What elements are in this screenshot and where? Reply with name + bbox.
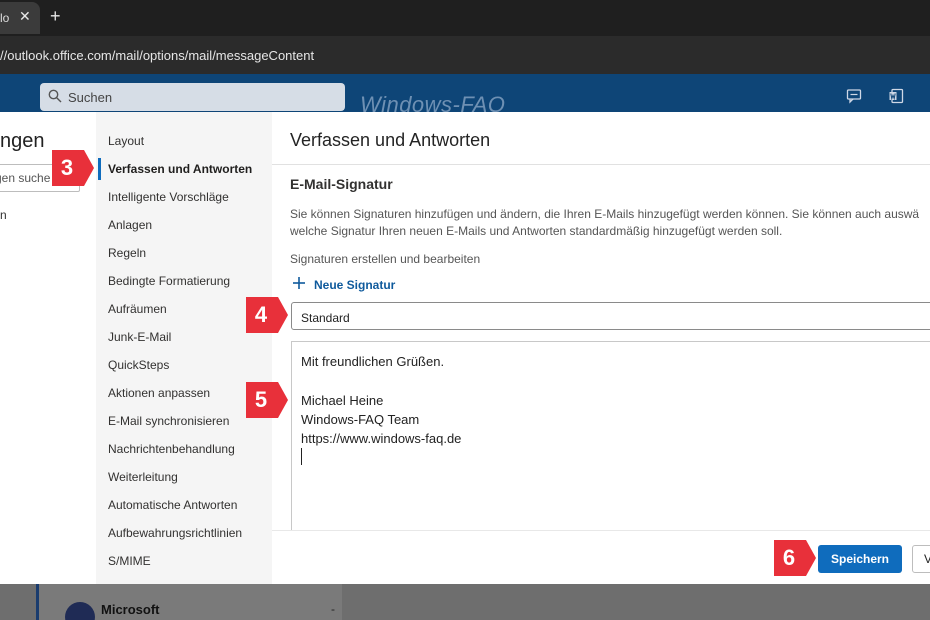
step-marker-3: 3: [50, 148, 96, 188]
nav-item-smime[interactable]: S/MIME: [108, 554, 151, 568]
nav-item-aufraeumen[interactable]: Aufräumen: [108, 302, 167, 316]
discard-button[interactable]: V: [912, 545, 930, 573]
address-bar[interactable]: //outlook.office.com/mail/options/mail/m…: [0, 36, 930, 74]
step-marker-6: 6: [772, 538, 818, 578]
outlook-header: Suchen Windows-FAQ: [0, 74, 930, 117]
nav-item-vorschlaege[interactable]: Intelligente Vorschläge: [108, 190, 229, 204]
browser-tab[interactable]: lo ✕: [0, 2, 40, 34]
nav-item-layout[interactable]: Layout: [108, 134, 144, 148]
url-text[interactable]: //outlook.office.com/mail/options/mail/m…: [0, 48, 314, 63]
signature-editor[interactable]: Mit freundlichen Grüßen. Michael Heine W…: [291, 341, 930, 541]
nav-item-quicksteps[interactable]: QuickSteps: [108, 358, 169, 372]
step-marker-5: 5: [244, 380, 290, 420]
new-tab-icon[interactable]: +: [50, 6, 61, 27]
background-mail-list: Microsoft -: [0, 584, 930, 620]
step-number: 4: [254, 302, 268, 327]
nav-item-aufbewahrung[interactable]: Aufbewahrungsrichtlinien: [108, 526, 242, 540]
nav-item-anlagen[interactable]: Anlagen: [108, 218, 152, 232]
close-tab-icon[interactable]: ✕: [19, 8, 31, 25]
background-mail-item: Microsoft -: [36, 584, 342, 620]
sender-name: Microsoft: [101, 602, 160, 617]
section-description: Sie können Signaturen hinzufügen und änd…: [290, 207, 920, 238]
save-button[interactable]: Speichern: [818, 545, 902, 573]
page-title: Verfassen und Antworten: [290, 130, 491, 150]
search-box[interactable]: Suchen: [40, 83, 345, 111]
tab-title: lo: [0, 11, 10, 25]
nav-active-indicator: [98, 158, 101, 180]
nav-item-weiterleitung[interactable]: Weiterleitung: [108, 470, 178, 484]
search-icon: [48, 89, 62, 103]
divider: [272, 164, 930, 165]
nav-item-regeln[interactable]: Regeln: [108, 246, 146, 260]
step-number: 5: [254, 387, 268, 412]
signature-name-field[interactable]: Standard: [291, 302, 930, 330]
settings-dialog: ngen gen suche n Layout Verfassen und An…: [0, 112, 930, 584]
section-title: E-Mail-Signatur: [290, 176, 393, 192]
signature-line: Mit freundlichen Grüßen.: [301, 354, 445, 369]
settings-nav: Layout Verfassen und Antworten Intellige…: [96, 112, 272, 584]
avatar: [65, 602, 95, 620]
text-caret: [301, 448, 302, 465]
new-signature-label: Neue Signatur: [314, 278, 396, 292]
plus-icon: [293, 277, 305, 289]
signature-name-value: Standard: [301, 311, 350, 325]
nav-item-verfassen[interactable]: Verfassen und Antworten: [108, 162, 252, 176]
step-marker-4: 4: [244, 295, 290, 335]
step-number: 6: [782, 545, 796, 570]
signature-line: Windows-FAQ Team: [301, 412, 420, 427]
signature-line: https://www.windows-faq.de: [301, 431, 462, 446]
nav-item-junk[interactable]: Junk-E-Mail: [108, 330, 171, 344]
nav-item-aktionen[interactable]: Aktionen anpassen: [108, 386, 210, 400]
settings-category-fragment[interactable]: n: [0, 208, 7, 222]
settings-content: Verfassen und Antworten E-Mail-Signatur …: [272, 112, 930, 584]
nav-item-auto-antworten[interactable]: Automatische Antworten: [108, 498, 237, 512]
nav-item-nachrichtenbehandlung[interactable]: Nachrichtenbehandlung: [108, 442, 235, 456]
word-icon[interactable]: [888, 88, 904, 104]
browser-tab-bar: lo ✕ +: [0, 0, 930, 36]
signatures-sublabel: Signaturen erstellen und bearbeiten: [290, 252, 481, 266]
step-number: 3: [60, 155, 74, 180]
nav-item-formatierung[interactable]: Bedingte Formatierung: [108, 274, 230, 288]
dialog-footer: Speichern V: [272, 530, 930, 584]
settings-title: ngen: [0, 130, 45, 152]
sender-dash: -: [331, 602, 335, 616]
signature-line: Michael Heine: [301, 393, 384, 408]
search-placeholder: Suchen: [68, 90, 113, 105]
feedback-icon[interactable]: [846, 88, 862, 104]
nav-item-synchronisieren[interactable]: E-Mail synchronisieren: [108, 414, 229, 428]
